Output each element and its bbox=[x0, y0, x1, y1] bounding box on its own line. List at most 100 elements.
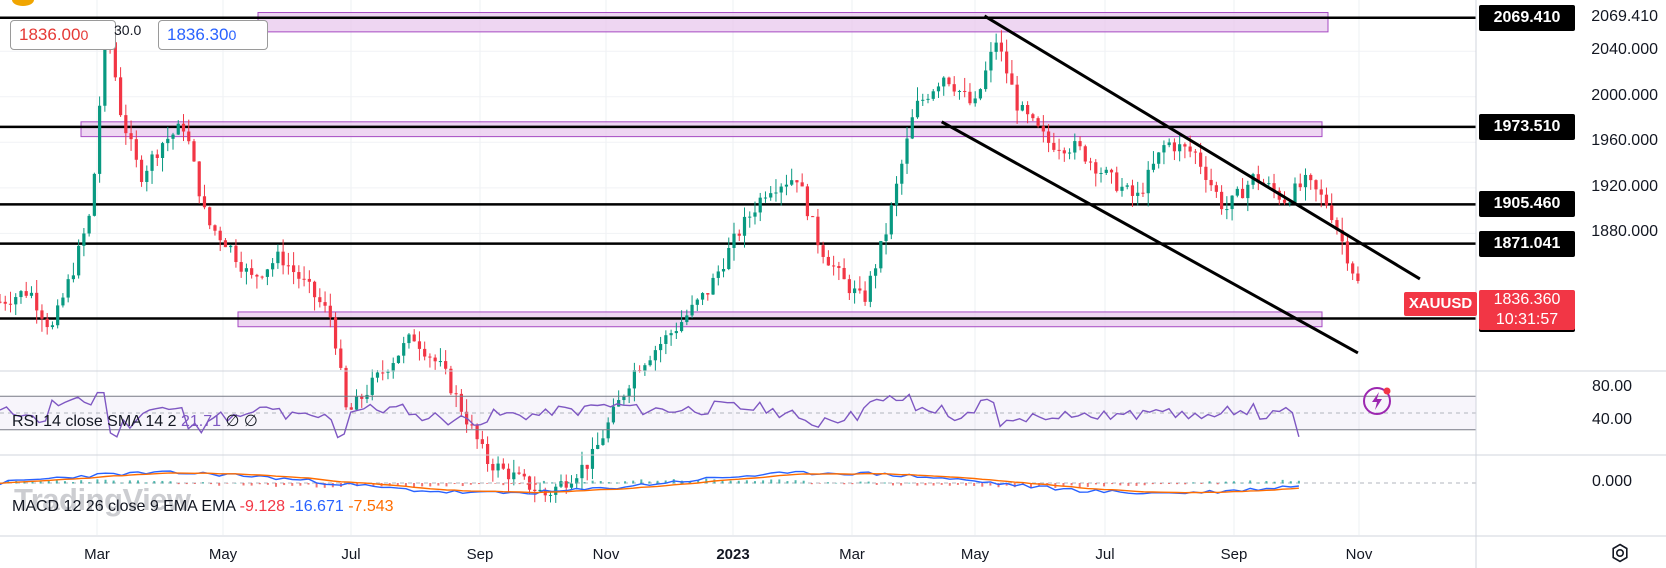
time-axis-label: Mar bbox=[84, 546, 110, 563]
macd-histogram-bar bbox=[981, 483, 984, 487]
candle-body bbox=[1099, 172, 1103, 174]
macd-histogram-bar bbox=[494, 483, 497, 484]
candle-body bbox=[1162, 145, 1166, 153]
macd-histogram-bar bbox=[1281, 479, 1284, 484]
candle-body bbox=[323, 302, 327, 306]
rsi-legend[interactable]: RSI 14 close SMA 14 2 21.71 ∅ ∅ bbox=[12, 411, 258, 431]
zone-rect bbox=[80, 121, 1323, 138]
price-chart[interactable] bbox=[0, 0, 1666, 568]
candle-body bbox=[748, 216, 752, 218]
candle-body bbox=[811, 216, 815, 218]
sell-button[interactable]: 1836.000 bbox=[10, 20, 116, 50]
candle-body bbox=[1125, 185, 1129, 187]
candle-body bbox=[758, 197, 762, 213]
candle-body bbox=[1209, 179, 1213, 186]
macd-histogram-bar bbox=[770, 479, 773, 484]
macd-histogram-bar bbox=[924, 483, 927, 486]
candle-body bbox=[580, 464, 584, 479]
time-axis-label: Jul bbox=[1095, 546, 1115, 563]
macd-histogram-bar bbox=[599, 480, 602, 484]
candle-body bbox=[118, 77, 123, 116]
macd-histogram-bar bbox=[940, 483, 943, 485]
candle-body bbox=[727, 247, 731, 269]
candle-body bbox=[963, 90, 967, 92]
candle-body bbox=[1282, 199, 1287, 203]
candle-body bbox=[150, 154, 154, 171]
macd-histogram-bar bbox=[461, 483, 464, 487]
candle-body bbox=[312, 281, 317, 298]
macd-histogram-bar bbox=[843, 483, 846, 485]
candle-body bbox=[1314, 180, 1318, 190]
macd-histogram-bar bbox=[1159, 483, 1162, 485]
candle-body bbox=[428, 356, 432, 358]
support-resistance-zones bbox=[80, 12, 1329, 328]
flash-alert-icon[interactable] bbox=[1361, 385, 1393, 417]
candle-body bbox=[664, 335, 668, 344]
candle-body bbox=[889, 205, 893, 235]
candle-body bbox=[832, 265, 836, 267]
macd-histogram-bar bbox=[908, 482, 911, 484]
candle-body bbox=[685, 315, 689, 323]
candle-body bbox=[669, 333, 673, 336]
trendlines[interactable] bbox=[940, 14, 1421, 355]
candle-body bbox=[1330, 205, 1334, 221]
macd-histogram-bar bbox=[1208, 481, 1211, 484]
candle-body bbox=[307, 278, 311, 282]
candle-body bbox=[286, 265, 290, 267]
spread-value: 30.0 bbox=[114, 22, 142, 38]
trendline bbox=[983, 14, 1421, 281]
macd-histogram-bar bbox=[835, 482, 838, 484]
candle-body bbox=[1057, 149, 1061, 151]
candle-body bbox=[1010, 73, 1014, 85]
candle-body bbox=[1104, 169, 1108, 173]
candle-body bbox=[197, 161, 201, 197]
candle-body bbox=[496, 463, 500, 471]
macd-histogram-bar bbox=[607, 482, 610, 484]
buy-button[interactable]: 1836.300 bbox=[158, 20, 268, 50]
candle-body bbox=[842, 267, 846, 280]
candle-body bbox=[695, 299, 699, 305]
macd-histogram-bar bbox=[469, 483, 472, 485]
macd-histogram-bar bbox=[453, 483, 456, 485]
candle-body bbox=[994, 42, 998, 52]
macd-histogram-bar bbox=[201, 482, 204, 484]
candle-body bbox=[1146, 169, 1150, 194]
candle-body bbox=[1240, 188, 1245, 199]
candle-body bbox=[847, 279, 851, 294]
candle-body bbox=[1151, 163, 1156, 170]
candle-body bbox=[239, 262, 243, 272]
macd-histogram-bar bbox=[900, 483, 903, 486]
macd-histogram-bar bbox=[705, 478, 708, 484]
rsi-legend-extra2: ∅ bbox=[243, 413, 258, 430]
candle-body bbox=[590, 448, 595, 469]
last-price: 1836.360 bbox=[1493, 291, 1561, 308]
macd-histogram-bar bbox=[1232, 481, 1235, 484]
buy-price: 1836.30 bbox=[167, 25, 229, 44]
candle-body bbox=[894, 183, 899, 206]
candle-body bbox=[1293, 183, 1297, 203]
macd-axis-label: 0.000 bbox=[1591, 473, 1632, 490]
macd-histogram-bar bbox=[1167, 483, 1170, 485]
macd-histogram-bar bbox=[1086, 483, 1089, 487]
macd-histogram-bar bbox=[851, 483, 854, 485]
candle-body bbox=[900, 163, 904, 184]
macd-histogram-bar bbox=[1192, 482, 1195, 484]
macd-histogram-bar bbox=[810, 483, 813, 485]
macd-histogram-bar bbox=[445, 483, 448, 487]
candle-body bbox=[501, 463, 505, 469]
candle-body bbox=[318, 297, 322, 303]
macd-histogram-bar bbox=[818, 483, 821, 484]
candle-body bbox=[19, 291, 23, 298]
candle-body bbox=[989, 51, 993, 71]
candle-body bbox=[942, 77, 946, 87]
candle-body bbox=[596, 444, 600, 449]
time-axis-label: Jul bbox=[341, 546, 361, 563]
candle-body bbox=[244, 268, 249, 272]
candle-body bbox=[512, 472, 516, 480]
macd-legend[interactable]: MACD 12 26 close 9 EMA EMA -9.128 -16.67… bbox=[12, 498, 394, 516]
macd-histogram-bar bbox=[762, 480, 765, 484]
settings-gear-icon[interactable] bbox=[1610, 543, 1630, 563]
macd-histogram-bar bbox=[1216, 483, 1219, 485]
macd-histogram-bar bbox=[218, 483, 221, 486]
macd-histogram-bar bbox=[526, 483, 529, 485]
